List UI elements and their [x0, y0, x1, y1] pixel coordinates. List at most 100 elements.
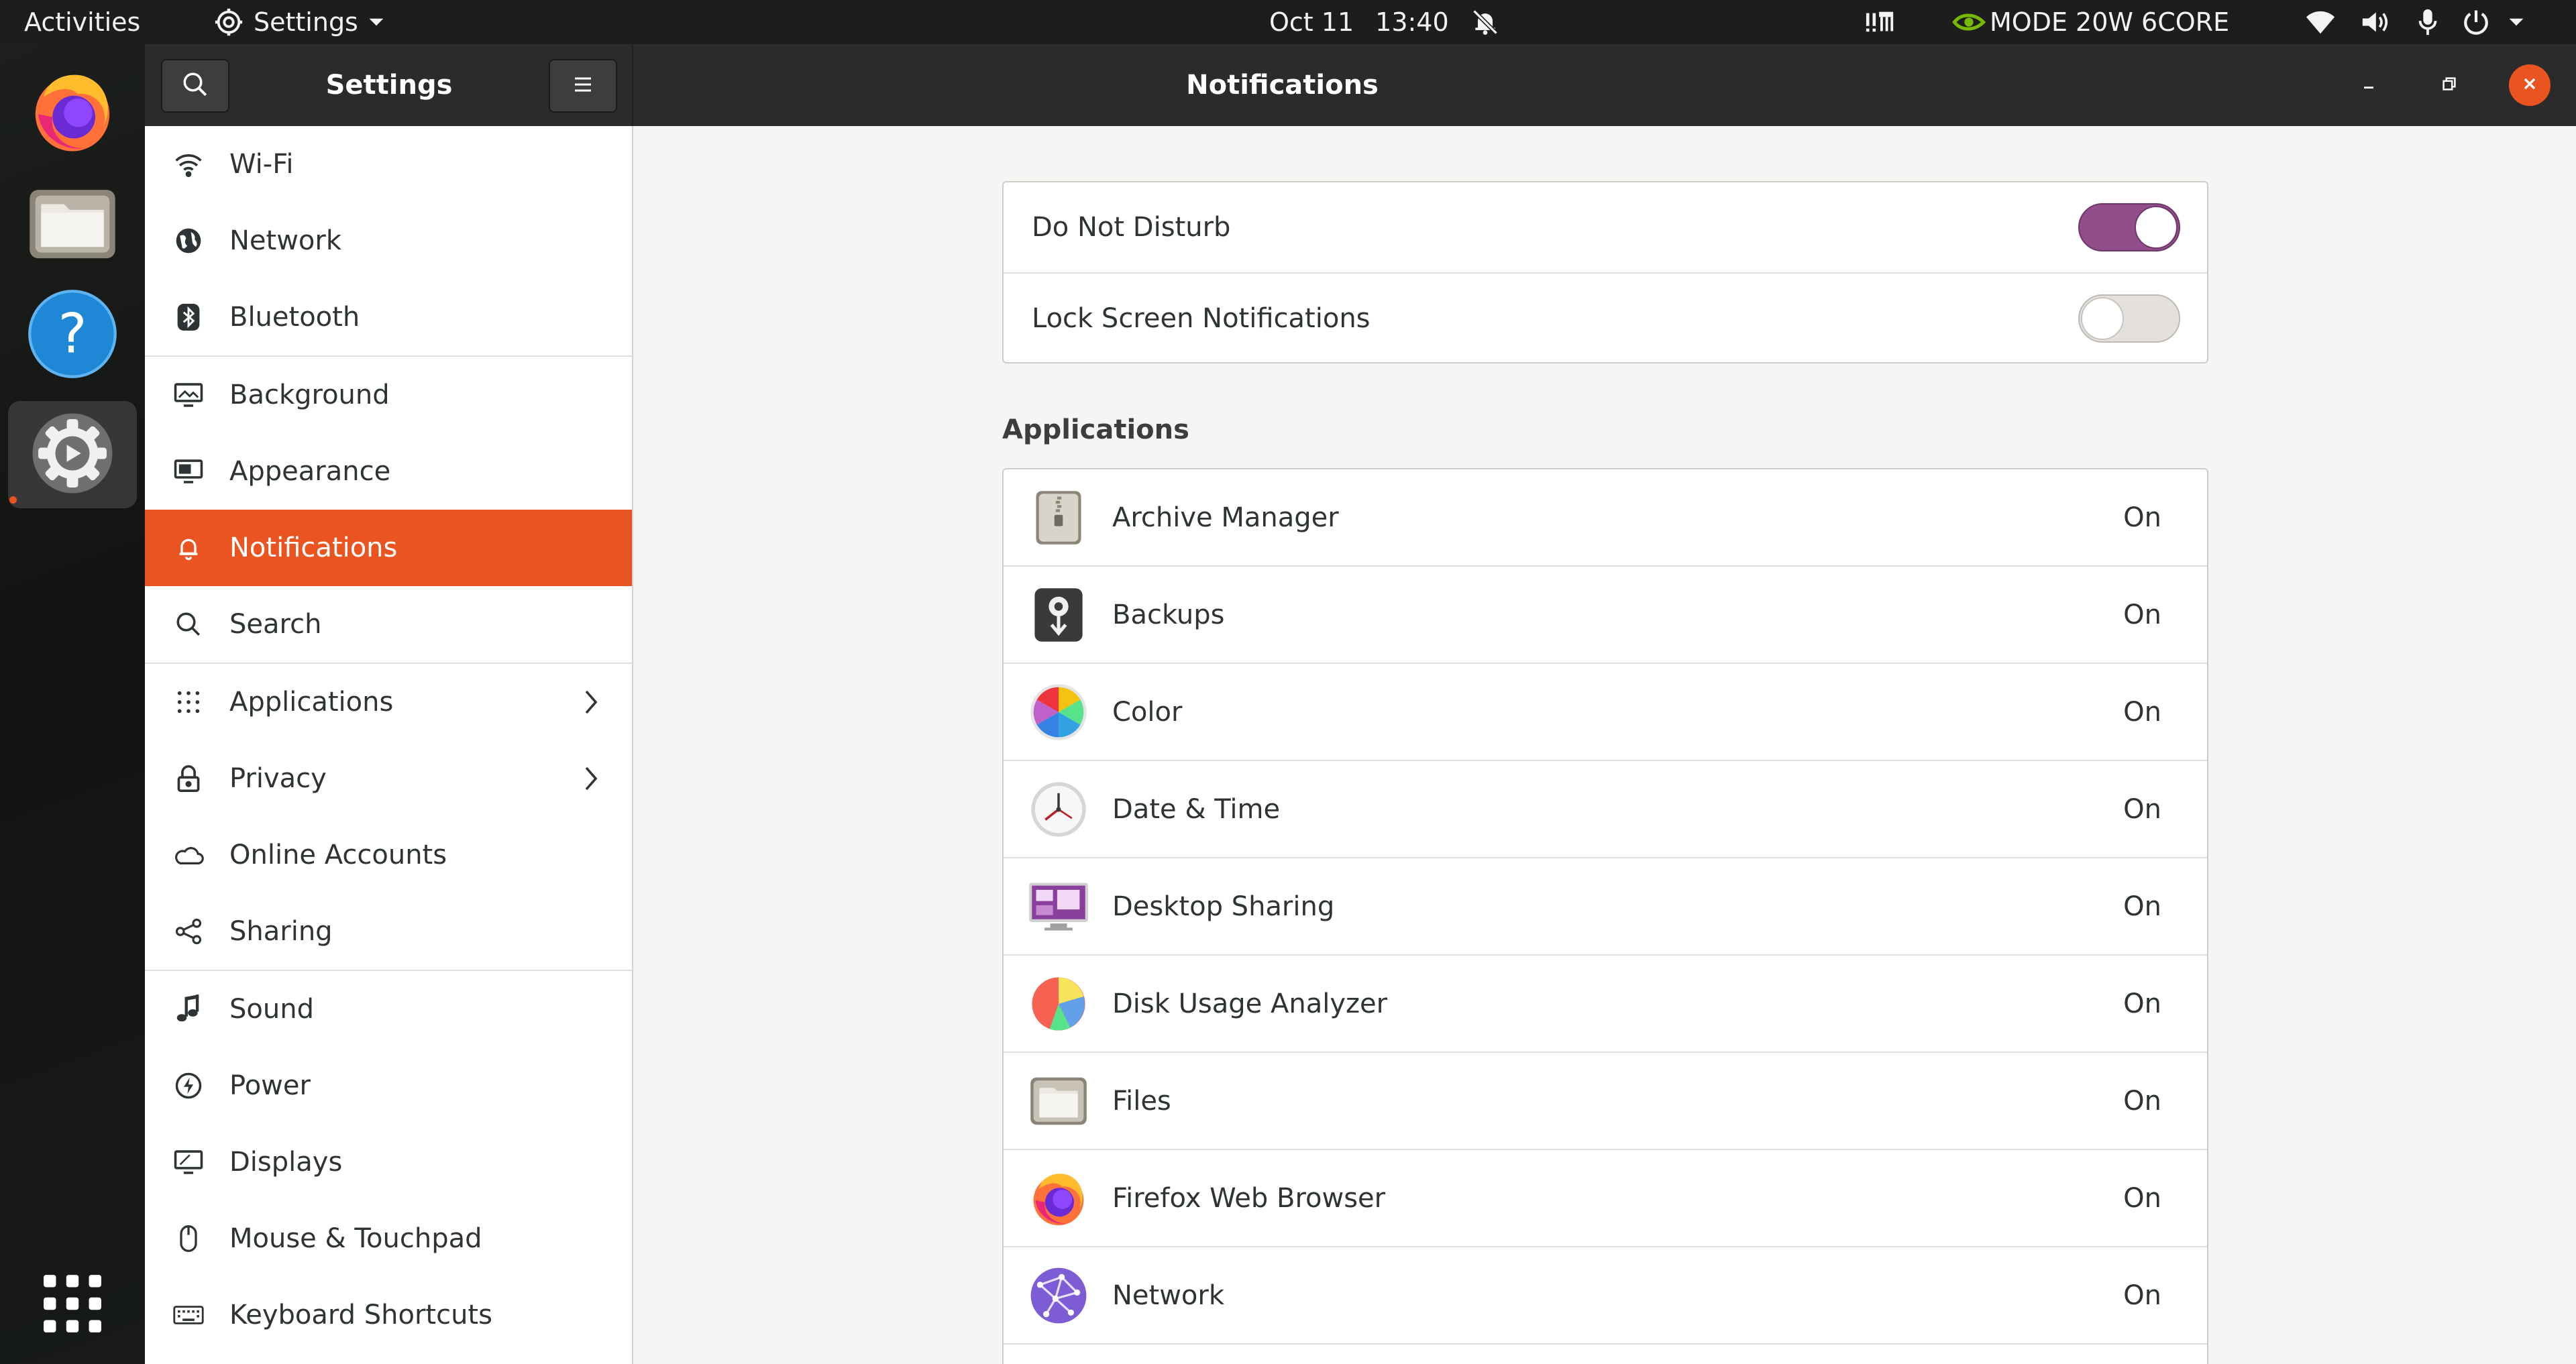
- grid-icon: [42, 1273, 103, 1337]
- sidebar-item-label: Keyboard Shortcuts: [229, 1300, 492, 1330]
- dock-files[interactable]: [8, 170, 137, 278]
- sidebar-item-sound[interactable]: Sound: [145, 971, 632, 1047]
- chevron-right-icon: [582, 664, 598, 740]
- app-row-files[interactable]: Files On: [1004, 1053, 2207, 1150]
- dock-settings[interactable]: [8, 401, 137, 508]
- wifi-icon: [172, 126, 205, 203]
- dock: ?: [0, 44, 145, 1364]
- dock-help[interactable]: ?: [8, 282, 137, 389]
- chevron-right-icon: [582, 740, 598, 817]
- app-name: Network: [1112, 1280, 1225, 1311]
- app-row-firefox-web-browser[interactable]: Firefox Web Browser On: [1004, 1150, 2207, 1247]
- app-menu[interactable]: Settings: [213, 0, 385, 44]
- sidebar-item-mouse-touchpad[interactable]: Mouse & Touchpad: [145, 1200, 632, 1277]
- app-row-color[interactable]: Color On: [1004, 664, 2207, 761]
- notification-toggles: Do Not Disturb Lock Screen Notifications: [1002, 181, 2208, 363]
- notifications-page: Do Not Disturb Lock Screen Notifications…: [635, 126, 2576, 1364]
- app-state: On: [2123, 1085, 2161, 1117]
- app-row-desktop-sharing[interactable]: Desktop Sharing On: [1004, 858, 2207, 956]
- sidebar-item-label: Search: [229, 609, 322, 640]
- search-button[interactable]: [161, 59, 229, 113]
- activities-button[interactable]: Activities: [24, 0, 140, 44]
- app-menu-label: Settings: [254, 7, 358, 37]
- sidebar-item-background[interactable]: Background: [145, 357, 632, 433]
- app-state: On: [2123, 891, 2161, 922]
- sidebar-item-applications[interactable]: Applications: [145, 664, 632, 740]
- bell-icon: [172, 510, 205, 586]
- nvidia-icon[interactable]: [1952, 11, 1986, 34]
- sidebar-item-search[interactable]: Search: [145, 586, 632, 663]
- app-name: Date & Time: [1112, 793, 1281, 825]
- show-applications-button[interactable]: [8, 1251, 137, 1359]
- app-name: Disk Usage Analyzer: [1112, 988, 1388, 1019]
- settings-gear-icon: [213, 7, 244, 38]
- wifi-icon[interactable]: [2305, 9, 2336, 36]
- sidebar-item-wifi[interactable]: Wi-Fi: [145, 126, 632, 203]
- sidebar-item-label: Online Accounts: [229, 840, 447, 870]
- primary-menu-button[interactable]: [549, 59, 617, 113]
- sidebar-item-label: Bluetooth: [229, 302, 360, 333]
- sidebar-item-online-accounts[interactable]: Online Accounts: [145, 817, 632, 893]
- sidebar-item-privacy[interactable]: Privacy: [145, 740, 632, 817]
- files-icon: [27, 184, 118, 264]
- appearance-icon: [172, 433, 205, 510]
- settings-gear-icon: [27, 408, 118, 502]
- app-name: Color: [1112, 696, 1183, 728]
- app-row-network[interactable]: Network On: [1004, 1247, 2207, 1345]
- app-row-date-time[interactable]: Date & Time On: [1004, 761, 2207, 858]
- app-state: On: [2123, 793, 2161, 825]
- do-not-disturb-switch[interactable]: [2078, 203, 2180, 251]
- app-row-archive-manager[interactable]: Archive Manager On: [1004, 469, 2207, 567]
- sidebar-item-label: Notifications: [229, 532, 398, 563]
- close-button[interactable]: [2509, 64, 2551, 106]
- sidebar-item-displays[interactable]: Displays: [145, 1124, 632, 1200]
- applications-heading: Applications: [1002, 414, 1189, 445]
- lock-icon: [172, 740, 205, 817]
- app-state: On: [2123, 1182, 2161, 1214]
- clock[interactable]: Oct 11 13:40: [1269, 0, 1500, 44]
- minimize-icon: [2359, 74, 2378, 96]
- microphone-icon[interactable]: [2416, 8, 2439, 36]
- hamburger-icon: [571, 72, 595, 99]
- files-icon: [1028, 1070, 1089, 1132]
- app-state: On: [2123, 502, 2161, 533]
- caret-down-icon[interactable]: [2508, 13, 2525, 31]
- lock-screen-notifications-row[interactable]: Lock Screen Notifications: [1004, 274, 2207, 363]
- app-name: Files: [1112, 1085, 1171, 1117]
- monitor-icon: [172, 357, 205, 433]
- sidebar-item-label: Privacy: [229, 763, 327, 794]
- sidebar-item-label: Wi-Fi: [229, 149, 294, 180]
- sidebar-item-bluetooth[interactable]: Bluetooth: [145, 279, 632, 355]
- running-indicator: [9, 496, 17, 504]
- share-icon: [172, 893, 205, 970]
- search-icon: [181, 70, 209, 101]
- sidebar-item-network[interactable]: Network: [145, 203, 632, 279]
- sidebar-item-keyboard-shortcuts[interactable]: Keyboard Shortcuts: [145, 1277, 632, 1353]
- app-row-backups[interactable]: Backups On: [1004, 567, 2207, 664]
- globe-icon: [172, 203, 205, 279]
- sidebar-item-appearance[interactable]: Appearance: [145, 433, 632, 510]
- sidebar-item-label: Background: [229, 380, 390, 410]
- sidebar-item-sharing[interactable]: Sharing: [145, 893, 632, 970]
- date-text: Oct 11: [1269, 7, 1354, 37]
- sidebar-item-label: Displays: [229, 1147, 343, 1178]
- maximize-button[interactable]: [2428, 64, 2470, 106]
- power-icon[interactable]: [2462, 8, 2490, 36]
- sidebar-item-notifications[interactable]: Notifications: [145, 510, 632, 586]
- app-name: Firefox Web Browser: [1112, 1182, 1386, 1214]
- indicator-icon[interactable]: [1865, 9, 1896, 36]
- disk-usage-icon: [1028, 973, 1089, 1035]
- minimize-button[interactable]: [2348, 64, 2390, 106]
- color-icon: [1028, 681, 1089, 743]
- time-text: 13:40: [1375, 7, 1449, 37]
- sidebar-item-power[interactable]: Power: [145, 1047, 632, 1124]
- volume-icon[interactable]: [2360, 9, 2390, 36]
- network-icon: [1028, 1265, 1089, 1326]
- app-row-disk-usage-analyzer[interactable]: Disk Usage Analyzer On: [1004, 956, 2207, 1053]
- firefox-icon: [27, 66, 118, 160]
- do-not-disturb-row[interactable]: Do Not Disturb: [1004, 182, 2207, 272]
- dock-firefox[interactable]: [8, 59, 137, 166]
- backups-icon: [1028, 584, 1089, 646]
- help-icon: ?: [27, 288, 118, 382]
- lock-screen-notifications-switch[interactable]: [2078, 294, 2180, 343]
